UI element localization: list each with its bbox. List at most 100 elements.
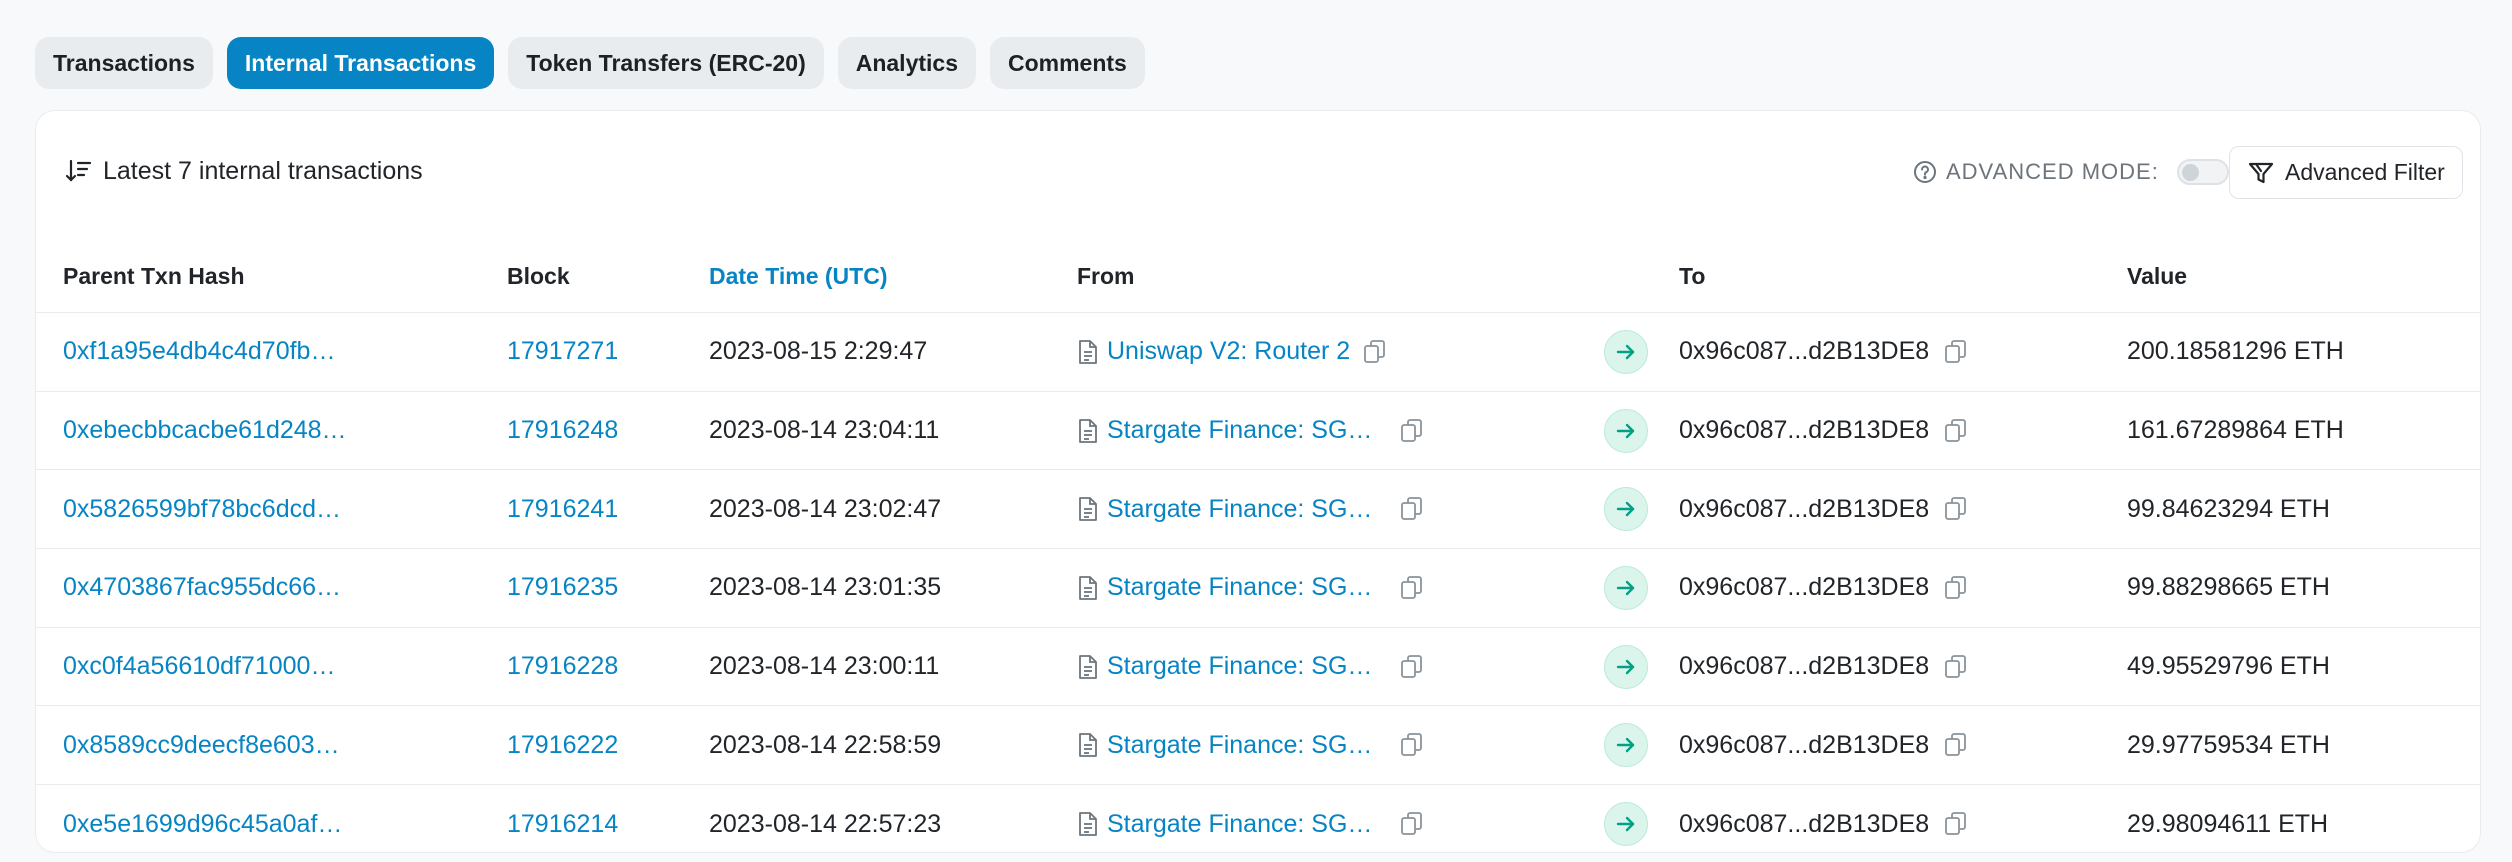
copy-icon[interactable] [1943,731,1969,759]
date-time: 2023-08-14 23:02:47 [709,494,942,523]
from-address-link[interactable]: Stargate Finance: SGE… [1107,416,1387,445]
copy-icon[interactable] [1943,338,1969,366]
arrow-right-icon [1604,565,1648,610]
from-address-link[interactable]: Stargate Finance: SGE… [1107,495,1387,524]
value: 29.97759534 ETH [2127,730,2330,759]
block-link[interactable]: 17916222 [507,706,618,784]
block-link[interactable]: 17916228 [507,628,618,706]
direction-cell [1604,785,1648,852]
question-circle-icon[interactable] [1912,159,1938,185]
direction-cell [1604,706,1648,784]
parent-txn-hash-link[interactable]: 0xebecbbcacbe61d248… [63,392,347,470]
date-time: 2023-08-15 2:29:47 [709,337,928,366]
direction-cell [1604,628,1648,706]
to-address: 0x96c087...d2B13DE8 [1679,416,1930,445]
from-address-link[interactable]: Stargate Finance: SGE… [1107,810,1387,839]
advanced-mode-label: ADVANCED MODE: [1946,159,2159,184]
table-body: 0xf1a95e4db4c4d70fb… 17917271 2023-08-15 2… [36,313,2480,852]
column-header-from: From [1077,263,1135,289]
column-header-parent-txn-hash: Parent Txn Hash [63,263,245,289]
from-address-link[interactable]: Uniswap V2: Router 2 [1107,337,1350,366]
copy-icon[interactable] [1399,653,1425,681]
to-address: 0x96c087...d2B13DE8 [1679,494,1930,523]
direction-cell [1604,470,1648,548]
from-cell: Stargate Finance: SGE… [1077,392,1425,470]
tab-comments[interactable]: Comments [990,37,1145,89]
contract-document-icon [1077,339,1099,365]
contract-document-icon [1077,654,1099,680]
toggle-knob [2181,164,2199,181]
arrow-right-icon [1604,329,1648,374]
block-link[interactable]: 17917271 [507,313,618,391]
table-row: 0x4703867fac955dc66… 17916235 2023-08-14 2… [36,549,2480,628]
direction-cell [1604,549,1648,627]
to-address: 0x96c087...d2B13DE8 [1679,337,1930,366]
from-cell: Stargate Finance: SGE… [1077,470,1425,548]
to-address: 0x96c087...d2B13DE8 [1679,652,1930,681]
to-address: 0x96c087...d2B13DE8 [1679,809,1930,838]
copy-icon[interactable] [1399,731,1425,759]
table-row: 0xc0f4a56610df71000… 17916228 2023-08-14 2… [36,628,2480,707]
value: 99.88298665 ETH [2127,573,2330,602]
filter-icon [2247,159,2275,187]
table-row: 0xe5e1699d96c45a0af… 17916214 2023-08-14 2… [36,785,2480,852]
card-header: Latest 7 internal transactions ADVANCED … [36,111,2480,236]
advanced-mode: ADVANCED MODE: [1912,159,2229,185]
column-header-to: To [1679,263,1706,289]
contract-document-icon [1077,811,1099,837]
copy-icon[interactable] [1399,574,1425,602]
date-time: 2023-08-14 23:00:11 [709,652,940,681]
parent-txn-hash-link[interactable]: 0xc0f4a56610df71000… [63,628,335,706]
copy-icon[interactable] [1943,495,1969,523]
from-address-link[interactable]: Stargate Finance: SGE… [1107,573,1387,602]
advanced-filter-label: Advanced Filter [2285,159,2445,185]
value: 49.95529796 ETH [2127,652,2330,681]
tab-token-transfers[interactable]: Token Transfers (ERC-20) [508,37,824,89]
copy-icon[interactable] [1943,417,1969,445]
parent-txn-hash-link[interactable]: 0x5826599bf78bc6dcd… [63,470,341,548]
tab-analytics[interactable]: Analytics [837,37,976,89]
contract-document-icon [1077,418,1099,444]
parent-txn-hash-link[interactable]: 0xf1a95e4db4c4d70fb… [63,313,335,391]
latest-label: Latest 7 internal transactions [103,156,423,185]
block-link[interactable]: 17916235 [507,549,618,627]
date-time: 2023-08-14 23:01:35 [709,573,942,602]
advanced-filter-button[interactable]: Advanced Filter [2229,146,2463,199]
from-cell: Stargate Finance: SGE… [1077,549,1425,627]
to-cell: 0x96c087...d2B13DE8 [1679,785,1969,852]
contract-document-icon [1077,732,1099,758]
parent-txn-hash-link[interactable]: 0xe5e1699d96c45a0af… [63,785,342,852]
copy-icon[interactable] [1943,574,1969,602]
tab-bar: Transactions Internal Transactions Token… [35,37,1145,89]
date-time: 2023-08-14 22:57:23 [709,809,942,838]
column-header-date-time[interactable]: Date Time (UTC) [709,263,888,290]
copy-icon[interactable] [1943,653,1969,681]
to-cell: 0x96c087...d2B13DE8 [1679,628,1969,706]
sort-descending-icon [63,155,95,187]
block-link[interactable]: 17916248 [507,392,618,470]
latest-summary: Latest 7 internal transactions [63,155,423,187]
copy-icon[interactable] [1399,495,1425,523]
from-address-link[interactable]: Stargate Finance: SGE… [1107,652,1387,681]
block-link[interactable]: 17916241 [507,470,618,548]
arrow-right-icon [1604,487,1648,532]
copy-icon[interactable] [1399,417,1425,445]
from-cell: Uniswap V2: Router 2 [1077,313,1388,391]
parent-txn-hash-link[interactable]: 0x8589cc9deecf8e603… [63,706,340,784]
block-link[interactable]: 17916214 [507,785,618,852]
tab-internal-transactions[interactable]: Internal Transactions [226,37,495,89]
page: Transactions Internal Transactions Token… [0,0,2512,862]
contract-document-icon [1077,575,1099,601]
copy-icon[interactable] [1399,810,1425,838]
from-address-link[interactable]: Stargate Finance: SGE… [1107,731,1387,760]
column-header-block: Block [507,263,570,289]
copy-icon[interactable] [1362,338,1388,366]
to-cell: 0x96c087...d2B13DE8 [1679,392,1969,470]
advanced-mode-toggle[interactable] [2176,159,2229,185]
parent-txn-hash-link[interactable]: 0x4703867fac955dc66… [63,549,341,627]
tab-transactions[interactable]: Transactions [35,37,213,89]
to-address: 0x96c087...d2B13DE8 [1679,730,1930,759]
value: 161.67289864 ETH [2127,416,2344,445]
copy-icon[interactable] [1943,810,1969,838]
direction-cell [1604,392,1648,470]
